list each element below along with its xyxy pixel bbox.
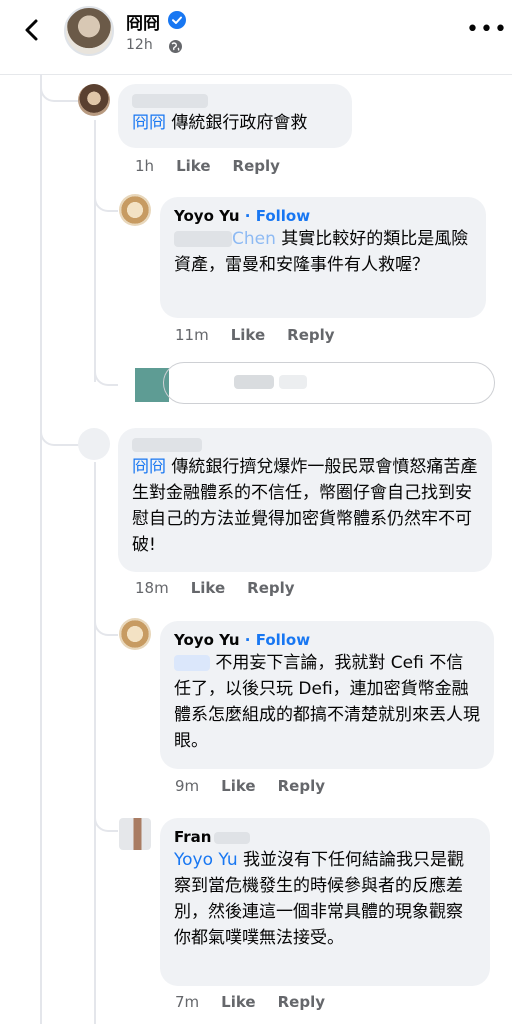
- comment-text: 不用妄下言論，我就對 Cefi 不信任了，以後只玩 Defi，連加密貨幣金融體系…: [174, 653, 480, 751]
- commenter-avatar[interactable]: [78, 84, 110, 116]
- reply-button[interactable]: Reply: [233, 157, 280, 175]
- comment-bubble: Yoyo Yu · Follow 不用妄下言論，我就對 Cefi 不信任了，以後…: [160, 621, 494, 769]
- back-arrow-icon[interactable]: [18, 16, 46, 44]
- comment-bubble: 冏冏 傳統銀行擠兌爆炸一般民眾會憤怒痛苦產生對金融體系的不信任，幣圈仔會自己找到…: [118, 428, 492, 572]
- comment-text: 傳統銀行政府會救: [171, 113, 308, 133]
- comment-time: 9m: [175, 777, 200, 795]
- thread-line: [40, 74, 42, 1024]
- reply-input[interactable]: [163, 362, 495, 404]
- comment-time: 1h: [135, 157, 155, 175]
- globe-icon: [169, 40, 182, 53]
- thread-line: [94, 120, 96, 382]
- thread-connector: [40, 74, 80, 102]
- mention-blurred[interactable]: [174, 655, 210, 671]
- mention-link[interactable]: 冏冏: [132, 457, 166, 477]
- comment-bubble: Fran Yoyo Yu 我並沒有下任何結論我只是觀察到當危機發生的時候參與者的…: [160, 818, 490, 986]
- comment-actions: 9m Like Reply: [175, 777, 347, 795]
- commenter-name-blurred[interactable]: [132, 90, 338, 110]
- reply-button[interactable]: Reply: [278, 993, 325, 1011]
- comment-actions: 11m Like Reply: [175, 326, 357, 344]
- comment-actions: 1h Like Reply: [135, 157, 302, 175]
- post-header: 冏冏 12h •••: [0, 0, 512, 75]
- like-button[interactable]: Like: [221, 777, 255, 795]
- commenter-avatar[interactable]: [78, 428, 110, 460]
- verified-badge-icon: [168, 11, 186, 29]
- comment-bubble: Yoyo Yu · Follow Chen 其實比較好的類比是風險資產，雷曼和安…: [160, 197, 486, 318]
- follow-button[interactable]: · Follow: [245, 207, 310, 225]
- like-button[interactable]: Like: [191, 579, 225, 597]
- thread-connector: [40, 420, 80, 446]
- follow-button[interactable]: · Follow: [245, 631, 310, 649]
- comment-time: 11m: [175, 326, 209, 344]
- thread-connector: [94, 184, 118, 212]
- mention-link[interactable]: 冏冏: [132, 113, 166, 133]
- commenter-avatar[interactable]: [119, 194, 151, 226]
- author-name[interactable]: 冏冏: [126, 9, 160, 34]
- commenter-avatar[interactable]: [119, 618, 151, 650]
- comment-bubble: 冏冏 傳統銀行政府會救: [118, 84, 352, 148]
- thread-connector: [94, 354, 118, 386]
- mention-link[interactable]: Yoyo Yu: [174, 850, 238, 870]
- post-time: 12h: [126, 37, 153, 53]
- comment-time: 18m: [135, 579, 169, 597]
- like-button[interactable]: Like: [176, 157, 210, 175]
- comment-text: 傳統銀行擠兌爆炸一般民眾會憤怒痛苦產生對金融體系的不信任，幣圈仔會自己找到安慰自…: [132, 457, 478, 555]
- comment-time: 7m: [175, 993, 200, 1011]
- commenter-name[interactable]: Fran: [174, 828, 212, 846]
- reply-button[interactable]: Reply: [278, 777, 325, 795]
- commenter-name-blurred[interactable]: [132, 434, 478, 454]
- thread-connector: [94, 800, 118, 832]
- comment-actions: 7m Like Reply: [175, 993, 347, 1011]
- thread-line: [94, 462, 96, 1024]
- comment-actions: 18m Like Reply: [135, 579, 317, 597]
- mention-blurred[interactable]: [174, 231, 232, 247]
- reply-button[interactable]: Reply: [287, 326, 334, 344]
- commenter-name[interactable]: Yoyo Yu: [174, 207, 240, 225]
- commenter-name[interactable]: Yoyo Yu: [174, 631, 240, 649]
- more-options-icon[interactable]: •••: [466, 19, 508, 41]
- author-avatar[interactable]: [64, 6, 114, 56]
- like-button[interactable]: Like: [221, 993, 255, 1011]
- like-button[interactable]: Like: [231, 326, 265, 344]
- reply-button[interactable]: Reply: [247, 579, 294, 597]
- thread-connector: [94, 608, 118, 636]
- commenter-avatar[interactable]: [119, 818, 151, 850]
- mention-link[interactable]: Chen: [232, 229, 276, 249]
